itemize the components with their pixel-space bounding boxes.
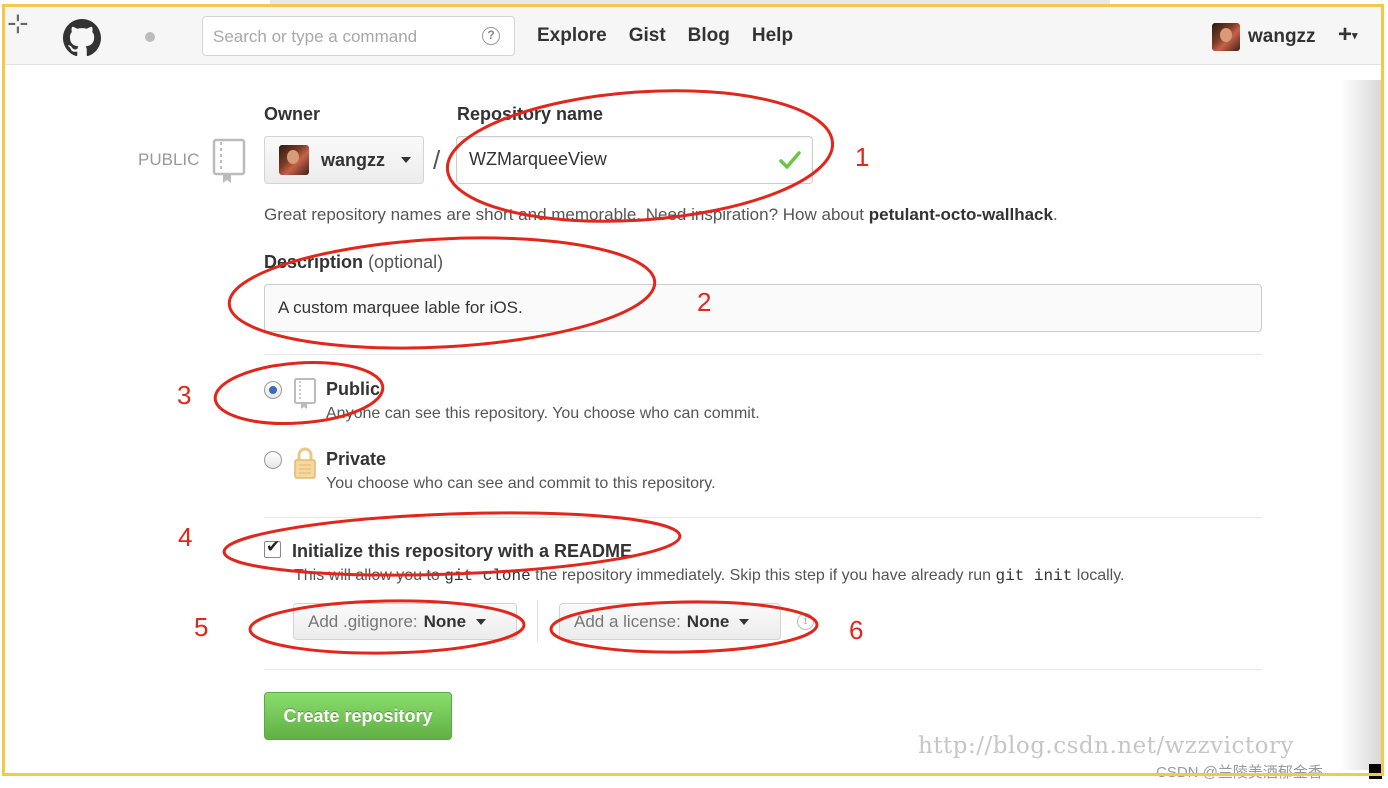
lock-icon (294, 447, 316, 479)
init-readme-desc: This will allow you to git clone the rep… (294, 567, 1125, 585)
nav-blog[interactable]: Blog (688, 25, 730, 47)
info-icon[interactable]: i (797, 613, 814, 630)
corner-block (1369, 764, 1382, 779)
divider (264, 354, 1262, 355)
visibility-tag: PUBLIC (138, 150, 200, 169)
init-code-clone: git clone (444, 567, 531, 585)
right-shadow (1340, 80, 1381, 770)
gitignore-select[interactable]: Add .gitignore: None (293, 603, 517, 640)
annotation-1: 1 (855, 142, 870, 172)
description-optional: (optional) (368, 252, 444, 272)
watermark: http://blog.csdn.net/wzzvictory (918, 733, 1294, 759)
init-desc-part: This will allow you to (294, 567, 445, 584)
screenshot-frame: ⊹ ? Explore Gist Blog Help wangzz +▾ Own… (0, 0, 1388, 788)
private-desc: You choose who can see and commit to thi… (326, 475, 716, 492)
repo-name-value: WZMarqueeView (469, 149, 607, 169)
hint-suffix: . (1052, 205, 1058, 224)
octocat-icon[interactable] (63, 19, 101, 57)
book-icon (212, 138, 246, 183)
site-header: ⊹ ? Explore Gist Blog Help wangzz +▾ (5, 7, 1381, 65)
plus-icon: + (1338, 21, 1353, 48)
avatar (1212, 23, 1240, 51)
init-code-init: git init (995, 567, 1073, 585)
license-select[interactable]: Add a license: None (559, 603, 781, 640)
gitignore-value: None (423, 611, 467, 631)
nav-help[interactable]: Help (752, 25, 793, 47)
chevron-down-icon: ▾ (1352, 30, 1358, 43)
repo-name-hint: Great repository names are short and mem… (264, 205, 1058, 225)
public-radio[interactable] (264, 381, 282, 399)
owner-select[interactable]: wangzz (264, 136, 424, 184)
caret-down-icon (401, 157, 412, 163)
frame-border (2, 4, 1384, 776)
owner-label: Owner (264, 104, 321, 124)
hint-suggestion[interactable]: petulant-octo-wallhack (869, 205, 1053, 224)
owner-avatar (279, 145, 309, 175)
nav-gist[interactable]: Gist (629, 25, 666, 47)
help-icon[interactable]: ? (482, 27, 500, 45)
user-name: wangzz (1248, 26, 1316, 47)
annotation-3: 3 (177, 380, 192, 410)
repo-name-label: Repository name (457, 104, 604, 124)
selection-crosshair-icon: ⊹ (7, 9, 29, 39)
check-icon (779, 151, 801, 169)
search-input[interactable] (213, 26, 473, 48)
public-title: Public (326, 379, 381, 399)
gitignore-label: Add .gitignore: (308, 611, 418, 631)
private-title: Private (326, 449, 387, 469)
owner-repo-separator: / (433, 145, 441, 175)
credit-text: CSDN @兰陵美酒郁金香 (1156, 764, 1323, 781)
license-value: None (686, 611, 730, 631)
divider (264, 517, 1262, 518)
init-readme-label[interactable]: Initialize this repository with a README (292, 541, 632, 562)
annotation-6: 6 (849, 615, 864, 645)
notification-dot[interactable] (145, 32, 155, 42)
annotation-5: 5 (194, 612, 209, 642)
license-label: Add a license: (574, 611, 681, 631)
repo-name-input[interactable]: WZMarqueeView (456, 136, 813, 184)
nav-explore[interactable]: Explore (537, 25, 607, 47)
top-strip (270, 0, 1110, 4)
description-input[interactable]: A custom marquee lable for iOS. (264, 284, 1262, 332)
select-separator (537, 600, 538, 642)
top-nav: Explore Gist Blog Help (537, 25, 793, 47)
annotation-2: 2 (697, 287, 712, 317)
create-new-menu[interactable]: +▾ (1338, 21, 1358, 49)
caret-down-icon (476, 618, 487, 625)
divider (264, 669, 1262, 670)
description-label-text: Description (264, 252, 364, 272)
create-repository-button[interactable]: Create repository (264, 692, 452, 740)
user-menu[interactable]: wangzz (1212, 22, 1316, 52)
init-desc-part: the repository immediately. Skip this st… (530, 567, 996, 584)
private-radio[interactable] (264, 451, 282, 469)
annotation-4: 4 (178, 522, 193, 552)
init-readme-checkbox[interactable] (264, 537, 281, 558)
public-desc: Anyone can see this repository. You choo… (326, 405, 760, 422)
search-box[interactable]: ? (202, 16, 515, 56)
hint-text: Great repository names are short and mem… (264, 205, 869, 224)
init-desc-part: locally. (1072, 567, 1125, 584)
owner-name: wangzz (321, 149, 386, 170)
caret-down-icon (739, 618, 750, 625)
book-icon (294, 378, 316, 409)
description-label: Description (optional) (264, 252, 443, 273)
description-value: A custom marquee lable for iOS. (278, 298, 523, 317)
